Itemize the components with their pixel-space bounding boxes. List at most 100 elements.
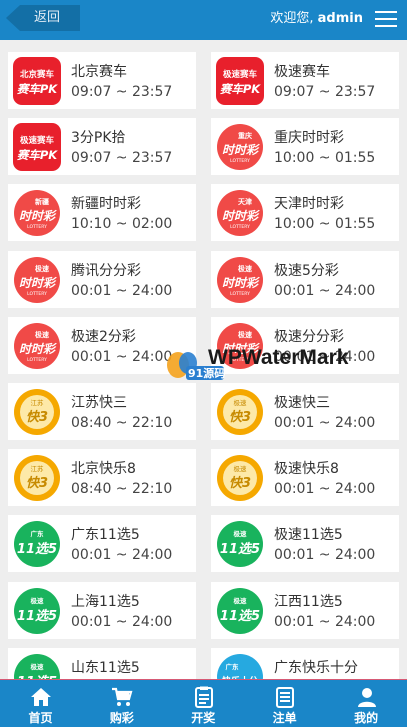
svg-text:极速: 极速 [234,398,248,407]
svg-text:快3: 快3 [26,409,48,425]
svg-text:时时彩: 时时彩 [222,209,260,223]
lottery-card[interactable]: 新疆 时时彩 LOTTERY 新疆时时彩 10:10 ~ 02:00 [8,184,196,241]
svg-text:极速: 极速 [234,464,248,473]
svg-text:11选5: 11选5 [220,608,260,624]
ssc-icon: 极速 时时彩 LOTTERY [216,256,264,304]
ssc-icon: 极速 时时彩 LOTTERY [13,256,61,304]
svg-text:LOTTERY: LOTTERY [230,357,250,363]
svg-text:极速: 极速 [234,596,248,605]
lottery-hours: 00:01 ~ 24:00 [274,415,376,431]
svg-text:11选5: 11选5 [220,541,260,557]
svg-text:LOTTERY: LOTTERY [230,158,250,164]
lottery-card[interactable]: 江苏 快3 北京快乐8 08:40 ~ 22:10 [8,449,196,506]
k3-icon: 江苏 快3 [13,388,61,436]
lottery-card[interactable]: 极速 时时彩 LOTTERY 腾讯分分彩 00:01 ~ 24:00 [8,251,196,308]
svg-text:11选5: 11选5 [17,608,57,624]
lottery-card[interactable]: 极速 时时彩 LOTTERY 极速2分彩 00:01 ~ 24:00 [8,317,196,374]
lottery-hours: 08:40 ~ 22:10 [71,415,173,431]
svg-text:极速: 极速 [238,330,252,339]
lottery-hours: 00:01 ~ 24:00 [71,349,173,365]
svg-text:LOTTERY: LOTTERY [230,291,250,297]
tab-home[interactable]: 首页 [0,680,81,727]
username: admin [317,11,363,26]
lottery-hours: 00:01 ~ 24:00 [71,614,173,630]
lottery-name: 极速赛车 [274,64,330,80]
hamburger-menu-icon[interactable] [375,10,397,28]
lottery-hours: 10:10 ~ 02:00 [71,216,173,232]
cart-icon [111,686,133,708]
svg-text:LOTTERY: LOTTERY [27,291,47,297]
bottom-tab-bar: 首页 购彩 开奖 注单 我的 [0,679,407,727]
lottery-card[interactable]: 极速 快3 极速快乐8 00:01 ~ 24:00 [211,449,399,506]
lottery-card[interactable]: 极速 11选5 极速 11选5 00:01 ~ 24:00 [211,515,399,572]
svg-text:时时彩: 时时彩 [19,342,57,356]
lottery-card[interactable]: 极速赛车 赛车PK 极速赛车 09:07 ~ 23:57 [211,52,399,109]
lottery-name: 广东快乐十分 [274,660,358,676]
svg-text:极速: 极速 [35,330,49,339]
lottery-name: 江苏快三 [71,395,127,411]
tab-label: 注单 [272,711,297,725]
lottery-name: 极速分分彩 [274,329,344,345]
svg-text:广东: 广东 [31,529,45,538]
lottery-name: 重庆时时彩 [274,130,344,146]
svg-text:快3: 快3 [229,409,251,425]
lottery-name: 新疆时时彩 [71,196,141,212]
pk10-icon: 极速赛车 赛车PK [13,123,61,171]
tab-cart[interactable]: 购彩 [81,680,162,727]
svg-text:天津: 天津 [238,197,252,206]
svg-text:江苏: 江苏 [31,398,45,407]
lottery-card[interactable]: 极速 时时彩 LOTTERY 极速分分彩 00:01 ~ 24:00 [211,317,399,374]
welcome-text: 欢迎您, admin [270,0,363,38]
svg-text:时时彩: 时时彩 [222,276,260,290]
svg-text:快3: 快3 [229,475,251,491]
lottery-card[interactable]: 天津 时时彩 LOTTERY 天津时时彩 10:00 ~ 01:55 [211,184,399,241]
tab-results[interactable]: 开奖 [163,680,244,727]
tab-user[interactable]: 我的 [326,680,407,727]
svg-text:赛车PK: 赛车PK [220,82,261,96]
ssc-icon: 极速 时时彩 LOTTERY [13,322,61,370]
svg-text:赛车PK: 赛车PK [17,148,58,162]
pk10-icon: 极速赛车 赛车PK [216,57,264,105]
lottery-name: 极速5分彩 [274,263,339,279]
lottery-card[interactable]: 北京赛车 赛车PK 北京赛车 09:07 ~ 23:57 [8,52,196,109]
lottery-card[interactable]: 极速 时时彩 LOTTERY 极速5分彩 00:01 ~ 24:00 [211,251,399,308]
lottery-hours: 00:01 ~ 24:00 [274,349,376,365]
tab-orders[interactable]: 注单 [244,680,325,727]
lottery-hours: 10:00 ~ 01:55 [274,216,376,232]
back-button[interactable]: 返回 [6,5,80,31]
home-icon [30,686,52,708]
svg-text:时时彩: 时时彩 [222,342,260,356]
lottery-card[interactable]: 极速 快3 极速快三 00:01 ~ 24:00 [211,383,399,440]
lottery-hours: 00:01 ~ 24:00 [274,547,376,563]
lottery-hours: 00:01 ~ 24:00 [274,481,376,497]
lottery-name: 极速2分彩 [71,329,136,345]
svg-text:极速: 极速 [31,596,45,605]
lottery-card[interactable]: 广东 11选5 广东11选5 00:01 ~ 24:00 [8,515,196,572]
lottery-hours: 00:01 ~ 24:00 [71,547,173,563]
pk10-icon: 北京赛车 赛车PK [13,57,61,105]
lottery-card[interactable]: 江苏 快3 江苏快三 08:40 ~ 22:10 [8,383,196,440]
lottery-name: 极速快乐8 [274,461,339,477]
results-icon [193,686,215,708]
lottery-card[interactable]: 重庆 时时彩 LOTTERY 重庆时时彩 10:00 ~ 01:55 [211,118,399,175]
user-icon [356,686,378,708]
tab-label: 我的 [354,711,379,725]
k3-icon: 极速 快3 [216,454,264,502]
11x5-icon: 极速 11选5 [216,520,264,568]
11x5-icon: 极速 11选5 [216,587,264,635]
svg-text:极速: 极速 [234,529,248,538]
ssc-icon: 新疆 时时彩 LOTTERY [13,189,61,237]
lottery-card[interactable]: 极速赛车 赛车PK 3分PK拾 09:07 ~ 23:57 [8,118,196,175]
lottery-hours: 09:07 ~ 23:57 [71,150,173,166]
ssc-icon: 极速 时时彩 LOTTERY [216,322,264,370]
lottery-hours: 09:07 ~ 23:57 [274,84,376,100]
lottery-hours: 09:07 ~ 23:57 [71,84,173,100]
welcome-prefix: 欢迎您, [270,11,314,26]
lottery-card[interactable]: 极速 11选5 上海11选5 00:01 ~ 24:00 [8,582,196,639]
tab-label: 购彩 [109,711,134,725]
svg-text:时时彩: 时时彩 [19,276,57,290]
lottery-name: 天津时时彩 [274,196,344,212]
svg-text:LOTTERY: LOTTERY [27,224,47,230]
lottery-card[interactable]: 极速 11选5 江西11选5 00:01 ~ 24:00 [211,582,399,639]
11x5-icon: 广东 11选5 [13,520,61,568]
